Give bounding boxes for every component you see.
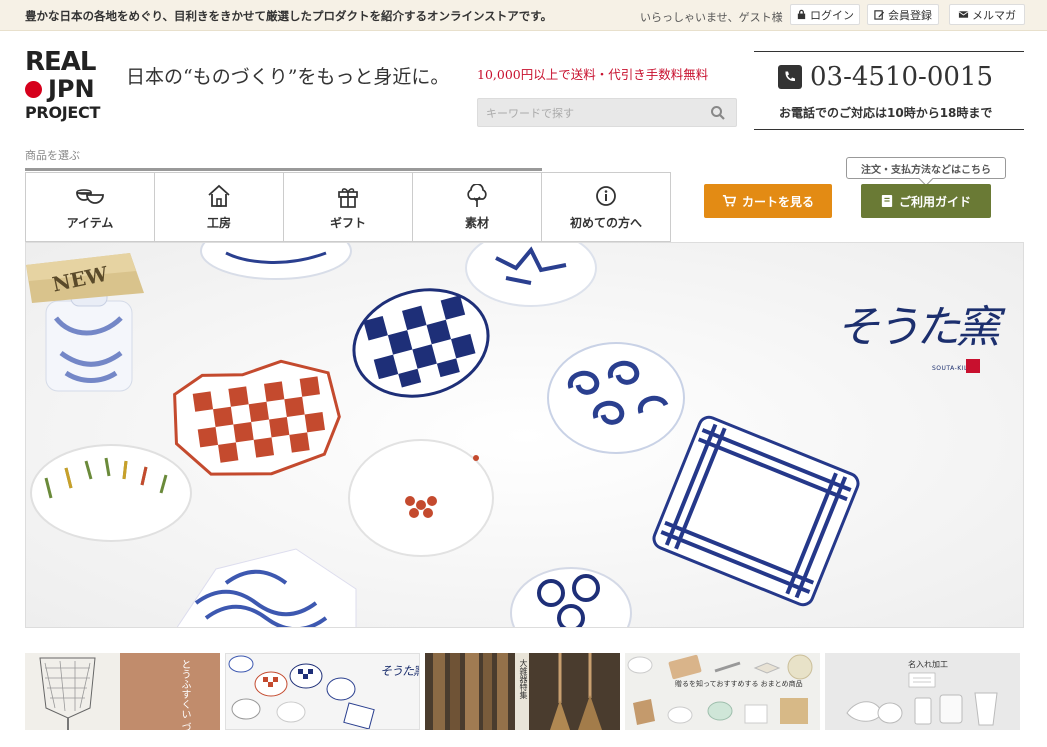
register-button[interactable]: 会員登録 [867,4,939,25]
cart-label: カートを見る [741,194,814,209]
nav-item-label: アイテム [66,215,114,230]
banner-bundle[interactable]: 贈るを知っておすすめする おまとめ商品 [625,653,820,730]
newsletter-button[interactable]: メルマガ [949,4,1025,25]
red-dot-icon [25,80,42,98]
edit-icon [874,10,885,20]
banner-souta-brand: そうた窯 [380,664,420,678]
cart-icon [722,194,736,207]
nav-label: 商品を選ぶ [25,149,80,162]
tree-icon [467,183,487,207]
lock-icon [797,9,806,20]
search-input[interactable] [486,104,706,122]
banner-engraving[interactable]: 名入れ加工 [825,653,1020,730]
nav-item-label: 初めての方へ [569,215,642,230]
site-logo[interactable]: REAL JPN PROJECT [25,48,105,130]
nav-divider [25,168,542,171]
register-label: 会員登録 [888,8,932,22]
logo-line2: JPN [48,75,95,103]
nav-item-gift[interactable]: ギフト [284,173,413,241]
nav-item-items[interactable]: アイテム [26,173,155,241]
banner-brooms[interactable]: 大雑器特集 [425,653,620,730]
phone-number[interactable]: 03-4510-0015 [810,62,993,92]
phone-hours: お電話でのご対応は10時から18時まで [779,106,993,120]
nav-item-first-time[interactable]: 初めての方へ [542,173,670,241]
nav-item-label: ギフト [329,215,366,230]
site-tagline: 豊かな日本の各地をめぐり、目利きをきかせて厳選したプロダクトを紹介するオンライン… [25,9,553,23]
banner-tofu-workshop[interactable]: とうふすくい づくり体験 [25,653,220,730]
top-bar: 豊かな日本の各地をめぐり、目利きをきかせて厳選したプロダクトを紹介するオンライン… [0,0,1047,31]
info-icon [596,185,616,206]
bundle-items-image [625,653,820,730]
user-guide-button[interactable]: ご利用ガイド [861,184,991,218]
shipping-notice: 10,000円以上で送料・代引き手数料無料 [477,67,709,82]
banner-souta-kiln[interactable]: そうた窯 [225,653,420,730]
kiln-seal-icon [966,359,980,373]
logo-line3: PROJECT [25,103,101,122]
gift-icon [338,187,358,208]
login-button[interactable]: ログイン [790,4,860,25]
guide-label: ご利用ガイド [898,194,971,209]
bowls-icon [76,188,104,204]
banner-tofu-text: とうふすくい づくり体験 [179,659,190,730]
feature-banners: とうふすくい づくり体験 そうた窯 大雑器特集 贈るを知っておすすめする おまと… [25,653,1022,730]
nav-item-label: 素材 [464,215,489,230]
hero-banner[interactable]: NEW そうた窯 SOUTA-KILN [25,242,1024,628]
login-label: ログイン [810,8,854,22]
search-icon[interactable] [710,105,726,121]
category-nav: アイテム 工房 ギフト 素材 初めての方へ [25,172,671,242]
phone-icon [778,65,802,89]
house-icon [208,184,230,207]
view-cart-button[interactable]: カートを見る [704,184,832,218]
book-icon [881,195,893,207]
catchphrase: 日本の“ものづくり”をもっと身近に。 [126,66,450,88]
mail-icon [958,11,969,18]
search-box [477,98,737,127]
logo-line1: REAL [25,47,96,77]
welcome-text: いらっしゃいませ、ゲスト様 [640,11,783,24]
phone-box: 03-4510-0015 お電話でのご対応は10時から18時まで [754,51,1024,130]
nav-item-materials[interactable]: 素材 [413,173,542,241]
kiln-brand: そうた窯 [836,302,1000,353]
newsletter-label: メルマガ [972,8,1016,22]
guide-tooltip: 注文・支払方法などはこちら [846,157,1006,179]
banner-brooms-text: 大雑器特集 [519,659,528,699]
banner-engraving-text: 名入れ加工 [908,660,948,669]
kiln-logo: そうた窯 SOUTA-KILN [836,291,1000,381]
nav-item-workshops[interactable]: 工房 [155,173,284,241]
banner-bundle-text: 贈るを知っておすすめする おまとめ商品 [675,680,803,688]
nav-item-label: 工房 [206,215,231,230]
